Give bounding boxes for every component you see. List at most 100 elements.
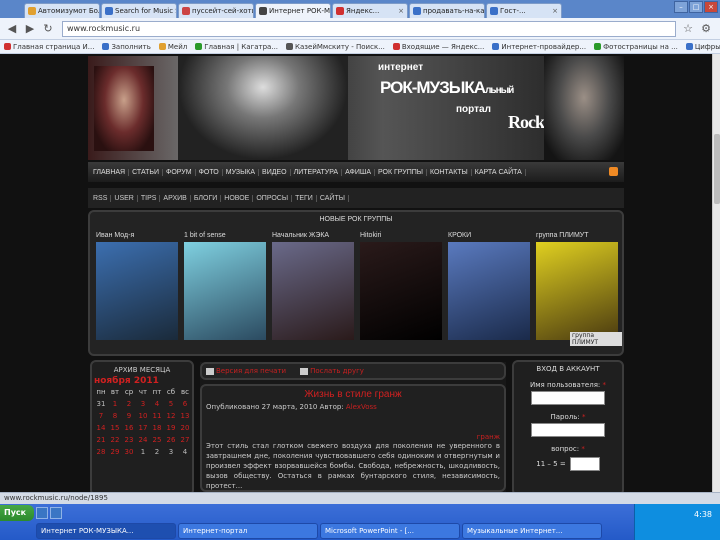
scroll-thumb[interactable] <box>714 134 720 204</box>
band-card[interactable]: Hitokiri <box>360 232 446 350</box>
bookmark-item[interactable]: Интернет-провайдер... <box>492 43 586 51</box>
band-card[interactable]: Начальник ЖЭКА <box>272 232 358 350</box>
browser-tab[interactable]: Гост-... × <box>486 3 562 18</box>
calendar-day[interactable]: 8 <box>108 410 122 422</box>
submenu-item[interactable]: TIPS <box>138 194 161 202</box>
browser-tab[interactable]: Яндекс... × <box>332 3 408 18</box>
start-button[interactable]: Пуск <box>0 505 34 521</box>
browser-tab[interactable]: Интернет РОК-МУЗЫКАль...× <box>255 3 331 18</box>
menu-item[interactable]: ГЛАВНАЯ <box>90 168 130 176</box>
calendar-day[interactable]: 7 <box>94 410 108 422</box>
calendar-day[interactable]: 27 <box>178 434 192 446</box>
bookmark-item[interactable]: КазейМмскиту - Поиск... <box>286 43 385 51</box>
forward-icon[interactable]: ▶ <box>22 21 38 37</box>
calendar-day[interactable]: 12 <box>164 410 178 422</box>
calendar-day[interactable]: 13 <box>178 410 192 422</box>
maximize-button[interactable]: □ <box>689 1 703 13</box>
band-name[interactable]: КРОКИ <box>448 232 534 239</box>
star-icon[interactable]: ☆ <box>680 21 696 37</box>
calendar-day[interactable]: 22 <box>108 434 122 446</box>
band-card[interactable]: Иван Мод-я <box>96 232 182 350</box>
article-genre[interactable]: гранж <box>206 433 500 441</box>
bookmark-item[interactable]: Цифры <box>685 43 720 51</box>
band-name[interactable]: Иван Мод-я <box>96 232 182 239</box>
minimize-button[interactable]: – <box>674 1 688 13</box>
calendar-day[interactable]: 4 <box>178 446 192 458</box>
band-card[interactable]: КРОКИ <box>448 232 534 350</box>
calendar-day[interactable]: 1 <box>108 398 122 410</box>
calendar-day[interactable]: 29 <box>108 446 122 458</box>
calendar-day[interactable]: 10 <box>136 410 150 422</box>
taskbar-item[interactable]: Интернет РОК-МУЗЫКА... <box>36 523 176 539</box>
mail-link[interactable]: Послать другу <box>310 367 364 375</box>
menu-item[interactable]: ФОРУМ <box>163 168 196 176</box>
calendar-day[interactable]: 30 <box>122 446 136 458</box>
taskbar-item[interactable]: Microsoft PowerPoint - [... <box>320 523 460 539</box>
submenu-item[interactable]: БЛОГИ <box>191 194 222 202</box>
print-link[interactable]: Версия для печати <box>216 367 286 375</box>
calendar-day[interactable]: 23 <box>122 434 136 446</box>
captcha-input[interactable] <box>569 457 600 471</box>
band-photo[interactable] <box>184 242 266 340</box>
calendar-day[interactable]: 31 <box>94 398 108 410</box>
calendar-day[interactable]: 2 <box>150 446 164 458</box>
menu-item[interactable]: АФИША <box>342 168 375 176</box>
band-photo[interactable] <box>272 242 354 340</box>
browser-tab[interactable]: Автомизумот Боль Р...× <box>24 3 100 18</box>
quicklaunch-icon[interactable] <box>50 507 62 519</box>
calendar-day[interactable]: 5 <box>164 398 178 410</box>
page-scrollbar[interactable] <box>712 54 720 492</box>
band-name[interactable]: Начальник ЖЭКА <box>272 232 358 239</box>
calendar-day[interactable]: 11 <box>150 410 164 422</box>
quicklaunch-icon[interactable] <box>36 507 48 519</box>
menu-item[interactable]: КОНТАКТЫ <box>427 168 472 176</box>
bookmark-item[interactable]: Входящие — Яндекс... <box>392 43 484 51</box>
menu-item[interactable]: КАРТА САЙТА <box>472 168 526 176</box>
submenu-item[interactable]: ТЕГИ <box>292 194 317 202</box>
band-photo[interactable] <box>536 242 618 340</box>
band-name[interactable]: группа ПЛИМУТ <box>536 232 622 239</box>
calendar-day[interactable]: 3 <box>164 446 178 458</box>
calendar-day[interactable]: 3 <box>136 398 150 410</box>
calendar-day[interactable]: 14 <box>94 422 108 434</box>
calendar-day[interactable]: 21 <box>94 434 108 446</box>
tab-close-icon[interactable]: × <box>398 7 404 15</box>
calendar-day[interactable]: 16 <box>122 422 136 434</box>
reload-icon[interactable]: ↻ <box>40 21 56 37</box>
band-card[interactable]: 1 bit of sense <box>184 232 270 350</box>
browser-tab[interactable]: пуссейт-сей-хотитонно...× <box>178 3 254 18</box>
bookmark-item[interactable]: Главная страница И... <box>4 43 94 51</box>
article-author[interactable]: AlexVoss <box>346 403 377 411</box>
submenu-item[interactable]: RSS <box>90 194 112 202</box>
calendar-day[interactable]: 24 <box>136 434 150 446</box>
submenu-item[interactable]: USER <box>111 194 138 202</box>
calendar-day[interactable]: 15 <box>108 422 122 434</box>
browser-tab[interactable]: Search for Music Song Vo...× <box>101 3 177 18</box>
calendar-day[interactable]: 2 <box>122 398 136 410</box>
calendar-day[interactable]: 25 <box>150 434 164 446</box>
calendar-day[interactable]: 1 <box>136 446 150 458</box>
menu-item[interactable]: СТАТЬИ <box>129 168 163 176</box>
close-button[interactable]: × <box>704 1 718 13</box>
username-input[interactable] <box>531 391 605 405</box>
submenu-item[interactable]: ОПРОСЫ <box>253 194 293 202</box>
tab-close-icon[interactable]: × <box>552 7 558 15</box>
submenu-item[interactable]: САЙТЫ <box>317 194 349 202</box>
menu-item[interactable]: МУЗЫКА <box>223 168 260 176</box>
bookmark-item[interactable]: Главная | Кагатра... <box>195 43 278 51</box>
band-photo[interactable] <box>96 242 178 340</box>
calendar-day[interactable]: 4 <box>150 398 164 410</box>
bookmark-item[interactable]: Мейл <box>158 43 187 51</box>
calendar-day[interactable]: 6 <box>178 398 192 410</box>
calendar-day[interactable]: 20 <box>178 422 192 434</box>
menu-item[interactable]: ФОТО <box>196 168 223 176</box>
calendar-day[interactable]: 9 <box>122 410 136 422</box>
band-name[interactable]: Hitokiri <box>360 232 446 239</box>
calendar-day[interactable]: 18 <box>150 422 164 434</box>
calendar-day[interactable]: 26 <box>164 434 178 446</box>
menu-item[interactable]: ЛИТЕРАТУРА <box>291 168 343 176</box>
back-icon[interactable]: ◀ <box>4 21 20 37</box>
bookmark-item[interactable]: Фотостраницы на ... <box>594 43 678 51</box>
band-photo[interactable] <box>360 242 442 340</box>
wrench-icon[interactable]: ⚙ <box>698 21 714 37</box>
